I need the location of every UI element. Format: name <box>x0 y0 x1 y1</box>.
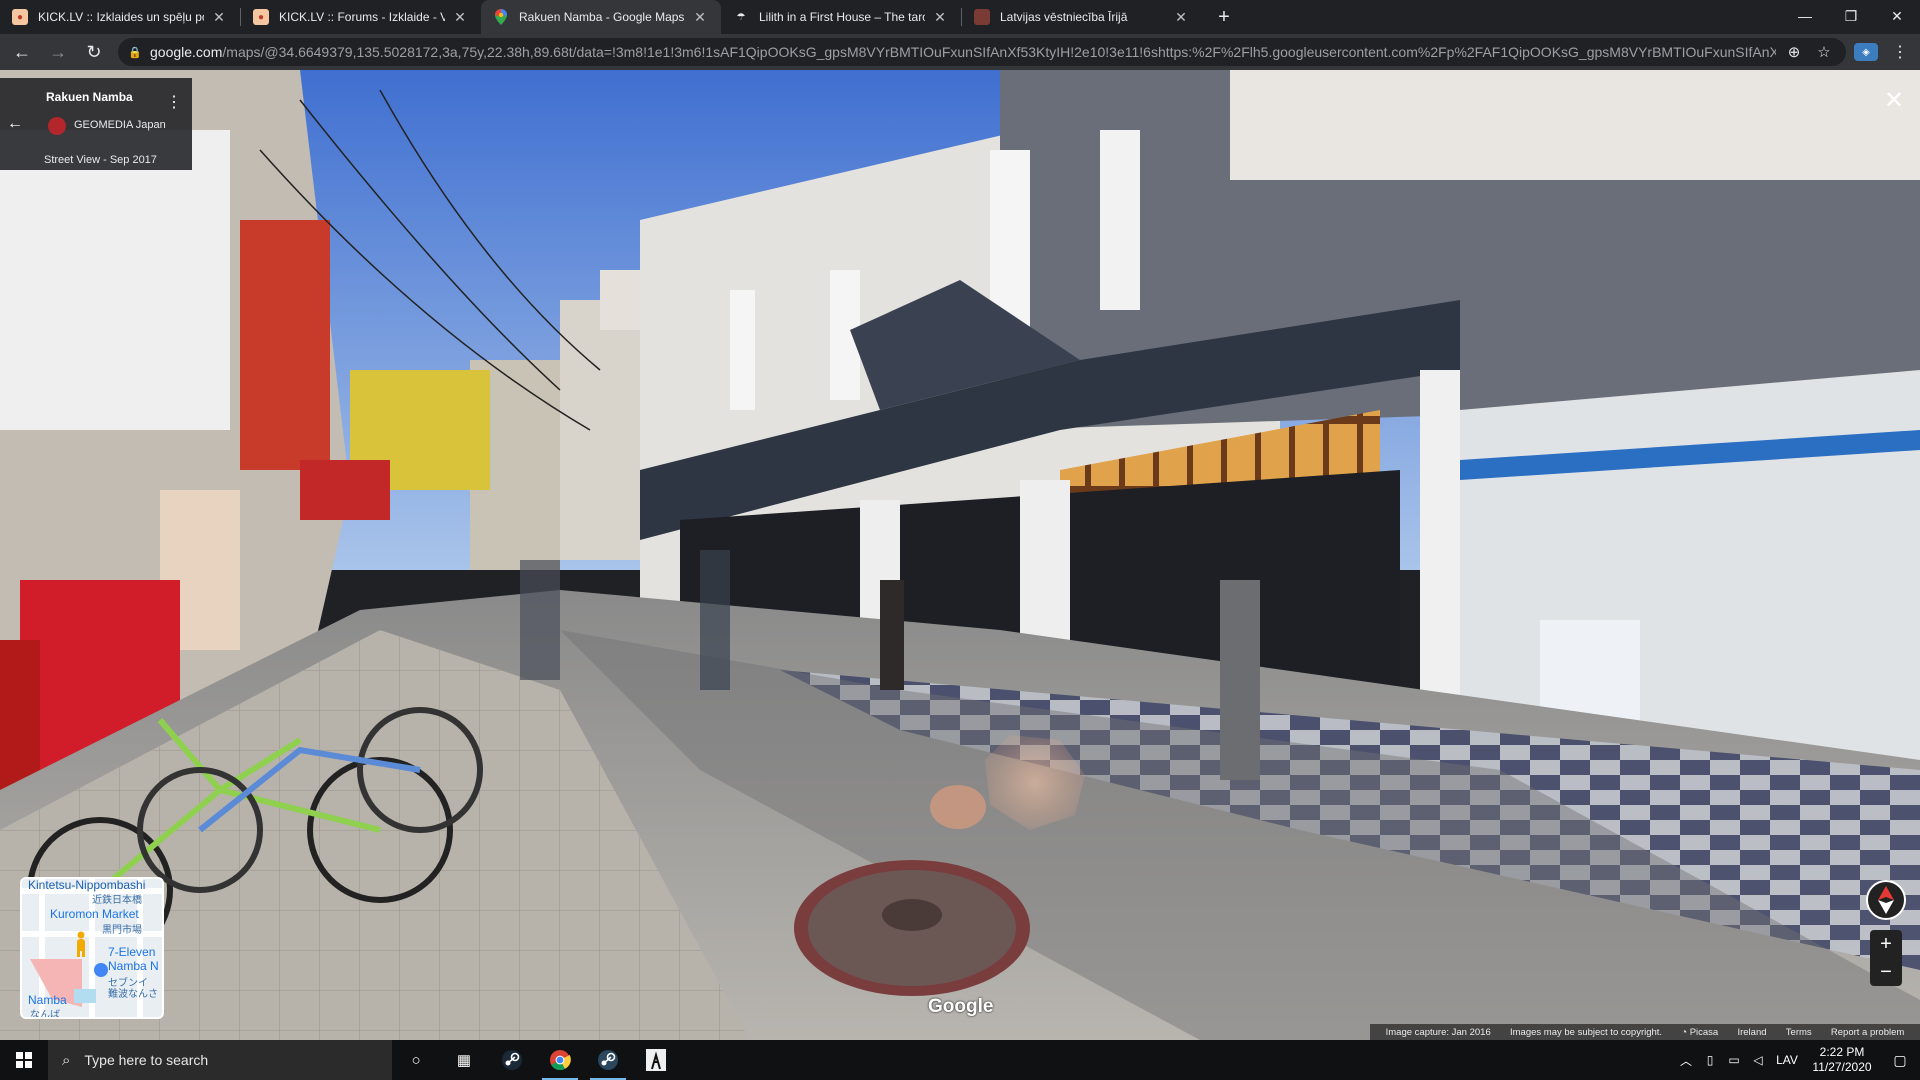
more-options-icon[interactable]: ⋮ <box>166 92 182 112</box>
browser-toolbar: ← → ↻ 🔒 google.com/maps/@34.6649379,135.… <box>0 34 1920 70</box>
game-launcher-icon[interactable] <box>632 1040 680 1080</box>
minimap-label: 近鉄日本橋 <box>92 895 142 906</box>
search-placeholder: Type here to search <box>84 1052 209 1068</box>
tab-title: Lilith in a First House – The tarot <box>759 10 925 24</box>
new-tab-button[interactable]: + <box>1210 3 1238 31</box>
extension-icon[interactable]: ◈ <box>1854 43 1878 61</box>
minimap-label: 難波なんさ <box>108 989 158 1000</box>
close-icon[interactable]: ✕ <box>1882 87 1906 114</box>
browser-tab-strip: ● KICK.LV :: Izklaides un spēļu portā ✕ … <box>0 0 1920 34</box>
pegman-icon[interactable] <box>74 931 88 957</box>
location-pin-icon <box>94 963 108 977</box>
tab-title: KICK.LV :: Izklaides un spēļu portā <box>38 10 204 24</box>
author-avatar[interactable] <box>48 117 66 135</box>
system-tray: ︿ ▯ ▭ ◁ LAV 2:22 PM 11/27/2020 ▢ <box>1674 1040 1920 1080</box>
google-logo: Google <box>928 996 994 1017</box>
address-bar[interactable]: 🔒 google.com/maps/@34.6649379,135.502817… <box>118 38 1846 66</box>
steam-icon[interactable] <box>488 1040 536 1080</box>
volume-icon[interactable]: ◁ <box>1746 1053 1770 1067</box>
street-view-panorama[interactable]: ← Rakuen Namba ⋮ GEOMEDIA Japan Street V… <box>0 70 1920 1040</box>
minimap-label: 7-Eleven <box>108 945 156 959</box>
attribution-footer: Image capture: Jan 2016 Images may be su… <box>1370 1024 1920 1040</box>
kick-icon: ● <box>12 9 28 25</box>
minimize-icon[interactable]: — <box>1782 0 1828 32</box>
copyright-notice: Images may be subject to copyright. <box>1509 1026 1663 1038</box>
minimap[interactable]: Kintetsu-Nippombashi 近鉄日本橋 Kuromon Marke… <box>20 877 164 1019</box>
capture-date[interactable]: Street View - Sep 2017 <box>44 154 157 166</box>
browser-tab[interactable]: Latvijas vēstniecība Īrijā ✕ <box>962 0 1202 34</box>
compass-icon[interactable] <box>1866 880 1906 920</box>
clock-date: 11/27/2020 <box>1812 1060 1872 1074</box>
steam-icon[interactable] <box>584 1040 632 1080</box>
tab-close-icon[interactable]: ✕ <box>931 8 949 26</box>
clock-time: 2:22 PM <box>1819 1045 1865 1059</box>
picasa-label: Picasa <box>1689 1026 1719 1038</box>
meet-now-icon[interactable]: ▯ <box>1698 1053 1722 1067</box>
tab-close-icon[interactable]: ✕ <box>691 8 709 26</box>
lock-icon: 🔒 <box>128 46 142 59</box>
url-path: /maps/@34.6649379,135.5028172,3a,75y,22.… <box>222 44 1776 60</box>
clock[interactable]: 2:22 PM 11/27/2020 <box>1804 1045 1880 1075</box>
network-icon[interactable]: ▭ <box>1722 1053 1746 1067</box>
url-text: google.com/maps/@34.6649379,135.5028172,… <box>150 44 1776 60</box>
coat-of-arms-icon <box>974 9 990 25</box>
search-icon: ⌕ <box>62 1051 71 1069</box>
forward-arrow-icon[interactable]: → <box>44 38 72 66</box>
maps-pin-icon <box>493 9 509 25</box>
reload-icon[interactable]: ↻ <box>80 38 108 66</box>
compass-needle <box>1878 886 1894 900</box>
tab-title: KICK.LV :: Forums - Izklaide - Valo <box>279 10 445 24</box>
browser-tab[interactable]: ☂ Lilith in a First House – The tarot ✕ <box>721 0 961 34</box>
menu-kebab-icon[interactable]: ⋮ <box>1886 38 1914 66</box>
minimap-label: Namba <box>28 993 67 1007</box>
street-view-image[interactable] <box>0 70 1920 1040</box>
bookmark-star-icon[interactable]: ☆ <box>1812 40 1836 64</box>
cortana-icon[interactable]: ○ <box>392 1040 440 1080</box>
back-arrow-icon[interactable]: ← <box>0 78 30 170</box>
windows-start-icon[interactable] <box>0 1040 48 1080</box>
taskbar-search-box[interactable]: ⌕ Type here to search <box>48 1040 392 1080</box>
back-arrow-icon[interactable]: ← <box>8 38 36 66</box>
terms-link[interactable]: Terms <box>1786 1027 1812 1038</box>
windows-taskbar: ⌕ Type here to search ○ ▦ ︿ ▯ ▭ ◁ LAV 2:… <box>0 1040 1920 1080</box>
minimap-label: なんば <box>30 1010 60 1019</box>
minimap-label: Namba N <box>108 959 159 973</box>
maximize-icon[interactable]: ❐ <box>1828 0 1874 32</box>
browser-tab-active[interactable]: Rakuen Namba - Google Maps ✕ <box>481 0 721 34</box>
language-indicator[interactable]: LAV <box>1770 1053 1804 1067</box>
notifications-icon[interactable]: ▢ <box>1880 1052 1920 1069</box>
install-app-icon[interactable]: ⊕ <box>1782 40 1806 64</box>
picasa-icon: ◔ <box>1681 1026 1690 1038</box>
tab-title: Rakuen Namba - Google Maps <box>519 10 685 24</box>
close-window-icon[interactable]: ✕ <box>1874 0 1920 32</box>
window-controls: — ❐ ✕ <box>1782 0 1920 32</box>
minimap-label: Kintetsu-Nippombashi <box>28 878 146 892</box>
zoom-out-button[interactable]: − <box>1870 958 1902 986</box>
browser-tab[interactable]: ● KICK.LV :: Forums - Izklaide - Valo ✕ <box>241 0 481 34</box>
url-host: google.com <box>150 44 223 60</box>
tab-close-icon[interactable]: ✕ <box>451 8 469 26</box>
picasa-link[interactable]: ◔ Picasa <box>1681 1027 1718 1038</box>
report-problem-link[interactable]: Report a problem <box>1831 1027 1904 1038</box>
zoom-in-button[interactable]: + <box>1870 930 1902 958</box>
zoom-control: + − <box>1870 930 1902 986</box>
task-view-icon[interactable]: ▦ <box>440 1040 488 1080</box>
image-capture-date: Image capture: Jan 2016 <box>1385 1026 1491 1038</box>
author-name[interactable]: GEOMEDIA Japan <box>74 119 166 131</box>
place-name[interactable]: Rakuen Namba <box>46 90 133 104</box>
tab-title: Latvijas vēstniecība Īrijā <box>1000 10 1128 24</box>
region-link[interactable]: Ireland <box>1737 1027 1766 1038</box>
kick-icon: ● <box>253 9 269 25</box>
minimap-label: 黒門市場 <box>102 925 142 936</box>
browser-tab[interactable]: ● KICK.LV :: Izklaides un spēļu portā ✕ <box>0 0 240 34</box>
chrome-icon[interactable] <box>536 1040 584 1080</box>
tab-close-icon[interactable]: ✕ <box>210 8 228 26</box>
minimap-label: Kuromon Market <box>50 907 139 921</box>
umbrella-icon: ☂ <box>736 11 746 23</box>
chevron-up-icon[interactable]: ︿ <box>1674 1052 1698 1069</box>
tab-close-icon[interactable]: ✕ <box>1172 8 1190 26</box>
place-info-card: ← Rakuen Namba ⋮ GEOMEDIA Japan Street V… <box>0 78 192 170</box>
